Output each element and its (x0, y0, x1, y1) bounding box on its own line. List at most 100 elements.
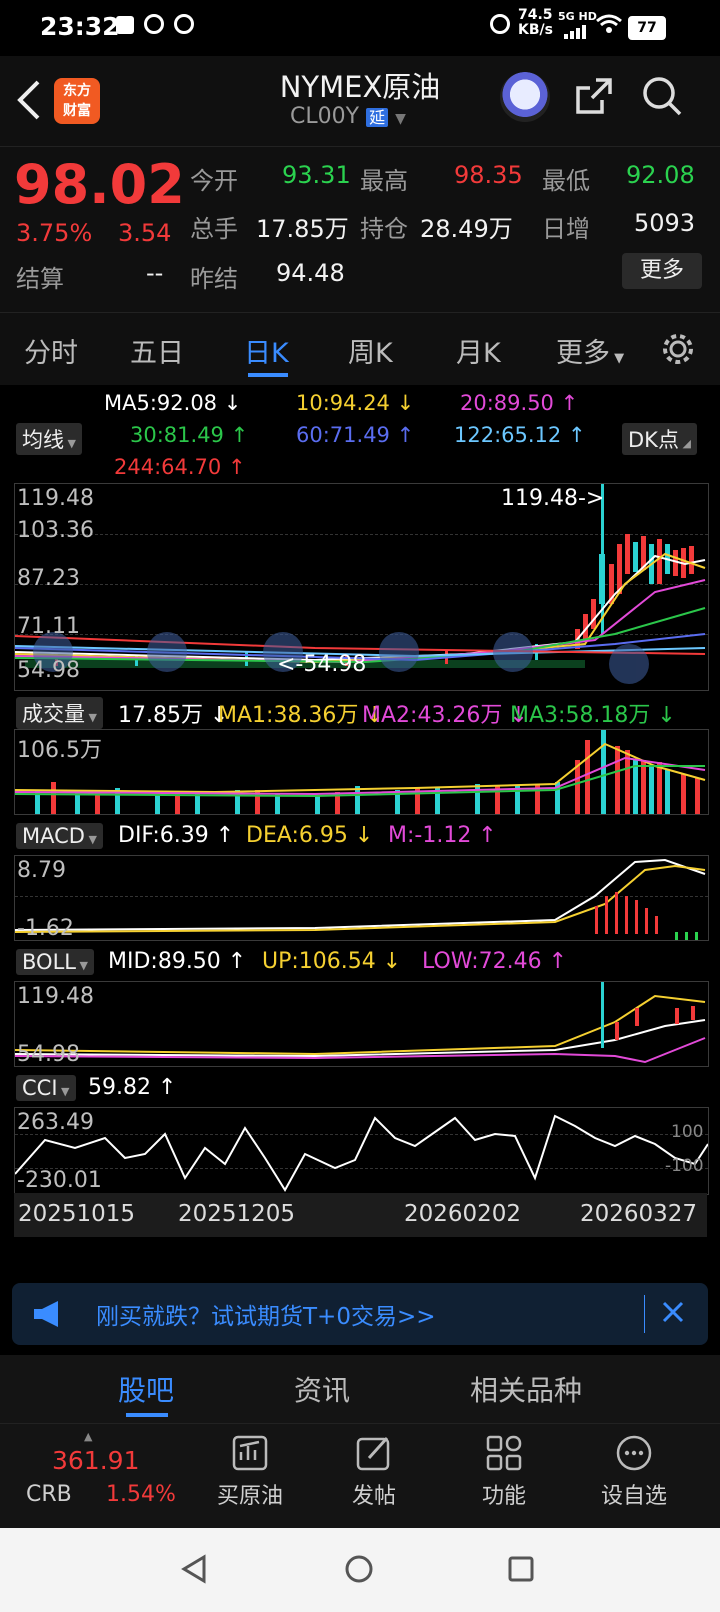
promo-banner[interactable]: 刚买就跌？试试期货T+0交易>> (12, 1283, 708, 1345)
macd-axis-bottom: -1.62 (17, 916, 74, 941)
ma122-value: 122:65.12 ↑ (454, 423, 586, 447)
volume-value: 17.85万 ↓ (118, 703, 229, 728)
more-button[interactable]: 更多 (622, 253, 702, 289)
boll-panel[interactable]: 119.48 54.98 (14, 981, 709, 1067)
buy-crude-button[interactable]: 买原油 (200, 1434, 300, 1510)
caret-up-icon: ▲ (84, 1430, 93, 1443)
volume-label: 总手 (190, 215, 238, 243)
volume-bars (15, 730, 706, 814)
volume-ma3: MA3:58.18万 ↓ (510, 703, 676, 728)
boll-mid: MID:89.50 ↑ (108, 949, 247, 974)
tab-intraday[interactable]: 分时 (24, 331, 78, 370)
edit-icon (356, 1436, 390, 1471)
caret-down-icon: ▼ (57, 1085, 70, 1098)
price-axis-3: 87.23 (17, 566, 80, 591)
instrument-code-selector[interactable]: CL00Y 延 ▼ (290, 104, 406, 129)
banner-divider (644, 1295, 645, 1333)
price-panel[interactable]: 119.48 103.36 87.23 71.11 54.98 119.48->… (14, 483, 709, 691)
cci-ref-100: 100 (671, 1122, 704, 1142)
macd-selector-label: MACD (22, 824, 85, 848)
cci-axis-top: 263.49 (17, 1110, 94, 1135)
corner-caret-icon: ◢ (678, 437, 691, 450)
search-icon[interactable] (640, 74, 684, 122)
open-value: 93.31 (282, 161, 351, 189)
post-button[interactable]: 发帖 (324, 1434, 424, 1510)
tab-related[interactable]: 相关品种 (470, 1369, 582, 1409)
chevron-down-icon: ▼ (395, 111, 406, 127)
tab-five-day[interactable]: 五日 (130, 331, 184, 370)
tab-more-label: 更多 (556, 338, 610, 369)
alarm-icon (490, 14, 510, 34)
content-tabs: 股吧 资讯 相关品种 (0, 1355, 720, 1424)
price-axis-5: 54.98 (17, 658, 80, 683)
delay-badge: 延 (366, 108, 389, 127)
prev-settle-label: 昨结 (190, 265, 238, 293)
open-interest-label: 持仓 (360, 215, 408, 243)
tab-weekly-k[interactable]: 周K (348, 331, 393, 370)
net-speed-value: 74.5 (518, 7, 553, 23)
macd-dif: DIF:6.39 ↑ (118, 823, 235, 848)
signal-icon (564, 24, 590, 43)
date-label-3: 20260202 (404, 1201, 522, 1227)
functions-button[interactable]: 功能 (454, 1434, 554, 1510)
ma10-value: 10:94.24 ↓ (296, 391, 415, 415)
share-icon[interactable] (572, 74, 616, 122)
caret-down-icon: ▼ (64, 437, 76, 450)
buy-crude-label: 买原油 (216, 1484, 283, 1509)
boll-axis-top: 119.48 (17, 984, 94, 1009)
boll-axis-bottom: 54.98 (17, 1042, 80, 1067)
content-tab-indicator (126, 1413, 168, 1417)
bottom-toolbar: ▲ 361.91 CRB 1.54% 买原油 发帖 功能 设自选 (0, 1424, 720, 1528)
instrument-code: CL00Y (290, 104, 360, 129)
network-type: 5G HD (558, 10, 597, 23)
ma-selector[interactable]: 均线 ▼ (16, 423, 82, 455)
caret-down-icon: ▼ (610, 351, 625, 366)
app-notification-icon-2 (174, 14, 194, 34)
dk-point-button[interactable]: DK点 ◢ (622, 423, 697, 455)
cci-selector[interactable]: CCI ▼ (16, 1075, 76, 1101)
volume-panel[interactable]: 106.5万 (14, 729, 709, 815)
active-tab-indicator (248, 373, 288, 377)
ma244-value: 244:64.70 ↑ (114, 455, 246, 479)
date-label-2: 20251205 (178, 1201, 296, 1227)
tab-daily-k[interactable]: 日K (244, 331, 289, 370)
ma60-value: 60:71.49 ↑ (296, 423, 415, 447)
volume-selector[interactable]: 成交量 ▼ (16, 697, 103, 729)
price-axis-4: 71.11 (17, 614, 80, 639)
settings-gear-icon[interactable] (660, 331, 696, 371)
app-notification-icon (144, 14, 164, 34)
prev-settle-value: 94.48 (276, 259, 345, 287)
status-time: 23:32 (40, 12, 120, 41)
date-label-1: 20251015 (18, 1201, 136, 1227)
boll-selector[interactable]: BOLL ▼ (16, 949, 94, 975)
ma20-value: 20:89.50 ↑ (460, 391, 579, 415)
nav-home-icon[interactable] (344, 1554, 374, 1588)
tab-news[interactable]: 资讯 (294, 1369, 350, 1409)
battery-icon: 77 (628, 16, 666, 40)
banner-text: 刚买就跌？试试期货T+0交易>> (96, 1304, 436, 1330)
settle-value: -- (146, 259, 164, 287)
period-tabs: 分时 五日 日K 周K 月K 更多 ▼ (0, 312, 720, 386)
tab-stock-forum[interactable]: 股吧 (118, 1369, 174, 1409)
crb-index[interactable]: ▲ 361.91 CRB 1.54% (20, 1430, 180, 1520)
cci-chart (15, 1114, 708, 1192)
macd-dea: DEA:6.95 ↓ (246, 823, 374, 848)
post-label: 发帖 (351, 1484, 396, 1509)
daily-increase-label: 日增 (542, 215, 590, 243)
tab-monthly-k[interactable]: 月K (456, 331, 501, 370)
volume-ma2: MA2:43.26万 ↓ (362, 703, 528, 728)
cci-ref-minus-100: -100 (665, 1156, 704, 1176)
cci-panel[interactable]: 263.49 -230.01 100 -100 (14, 1107, 709, 1195)
robot-assistant-icon[interactable] (500, 72, 550, 122)
close-icon[interactable] (658, 1297, 688, 1331)
nav-back-icon[interactable] (180, 1554, 210, 1588)
status-bar: 23:32 74.5 KB/s 5G HD 77 (0, 0, 720, 56)
macd-panel[interactable]: 8.79 -1.62 (14, 855, 709, 941)
nav-recents-icon[interactable] (506, 1554, 536, 1588)
add-watchlist-button[interactable]: 设自选 (584, 1434, 684, 1510)
macd-selector[interactable]: MACD ▼ (16, 823, 103, 849)
tab-more[interactable]: 更多 ▼ (556, 331, 624, 370)
macd-m: M:-1.12 ↑ (388, 823, 497, 848)
high-label: 最高 (360, 167, 408, 195)
volume-value: 17.85万 (256, 215, 349, 243)
